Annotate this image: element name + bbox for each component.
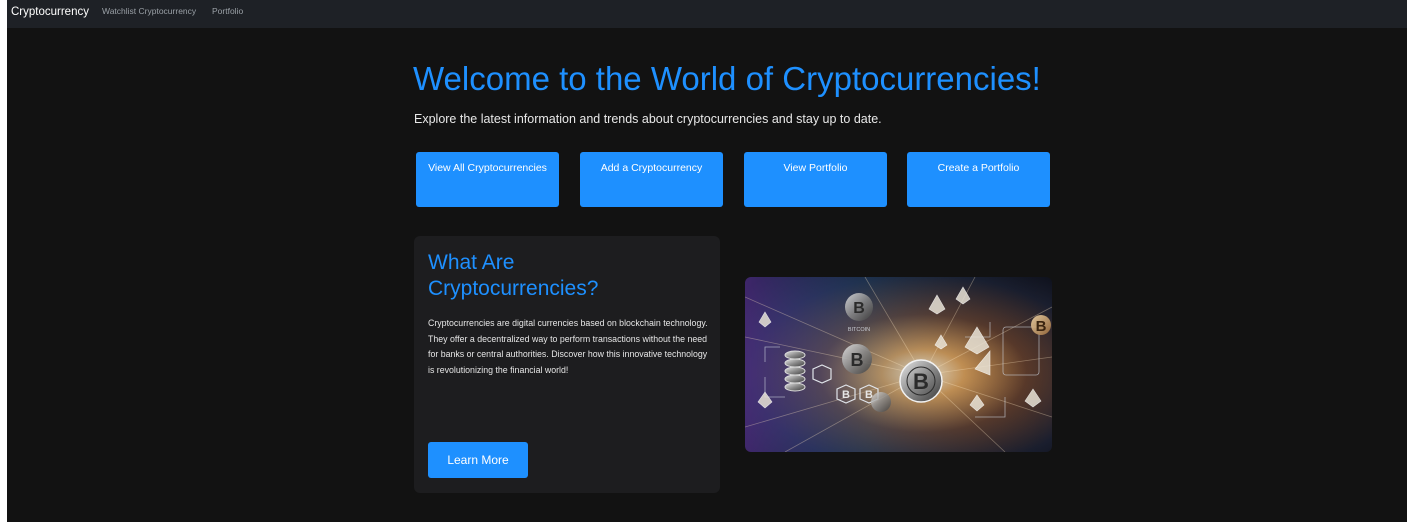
card-body: Cryptocurrencies are digital currencies … [428, 318, 708, 375]
hero-subtitle: Explore the latest information and trend… [414, 112, 882, 126]
view-portfolio-button[interactable]: View Portfolio [744, 152, 887, 207]
bitcoin-symbol-hex-1: B [842, 389, 850, 401]
create-portfolio-button[interactable]: Create a Portfolio [907, 152, 1050, 207]
bitcoin-symbol-top: B [853, 300, 865, 317]
bitcoin-symbol-mid: B [851, 350, 864, 370]
learn-more-button[interactable]: Learn More [428, 442, 528, 478]
bitcoin-caption: BITCOIN [848, 327, 870, 333]
crypto-illustration: B B B B B B BITCOIN [745, 277, 1052, 452]
nav-link-watchlist[interactable]: Watchlist Cryptocurrency [102, 6, 196, 16]
nav-brand[interactable]: Cryptocurrency [11, 6, 89, 18]
bitcoin-symbol-hex-2: B [865, 389, 873, 401]
view-all-cryptocurrencies-button[interactable]: View All Cryptocurrencies [416, 152, 559, 207]
bitcoin-symbol-gold: B [1036, 318, 1047, 335]
info-card: What Are Cryptocurrencies? Cryptocurrenc… [414, 236, 720, 493]
add-cryptocurrency-button[interactable]: Add a Cryptocurrency [580, 152, 723, 207]
card-title: What Are Cryptocurrencies? [428, 251, 599, 300]
page: Cryptocurrency Watchlist Cryptocurrency … [7, 0, 1407, 522]
bitcoin-symbol-main: B [913, 369, 929, 394]
navbar: Cryptocurrency Watchlist Cryptocurrency … [7, 0, 1407, 28]
hero-title: Welcome to the World of Cryptocurrencies… [413, 60, 1041, 97]
nav-link-portfolio[interactable]: Portfolio [212, 6, 243, 16]
